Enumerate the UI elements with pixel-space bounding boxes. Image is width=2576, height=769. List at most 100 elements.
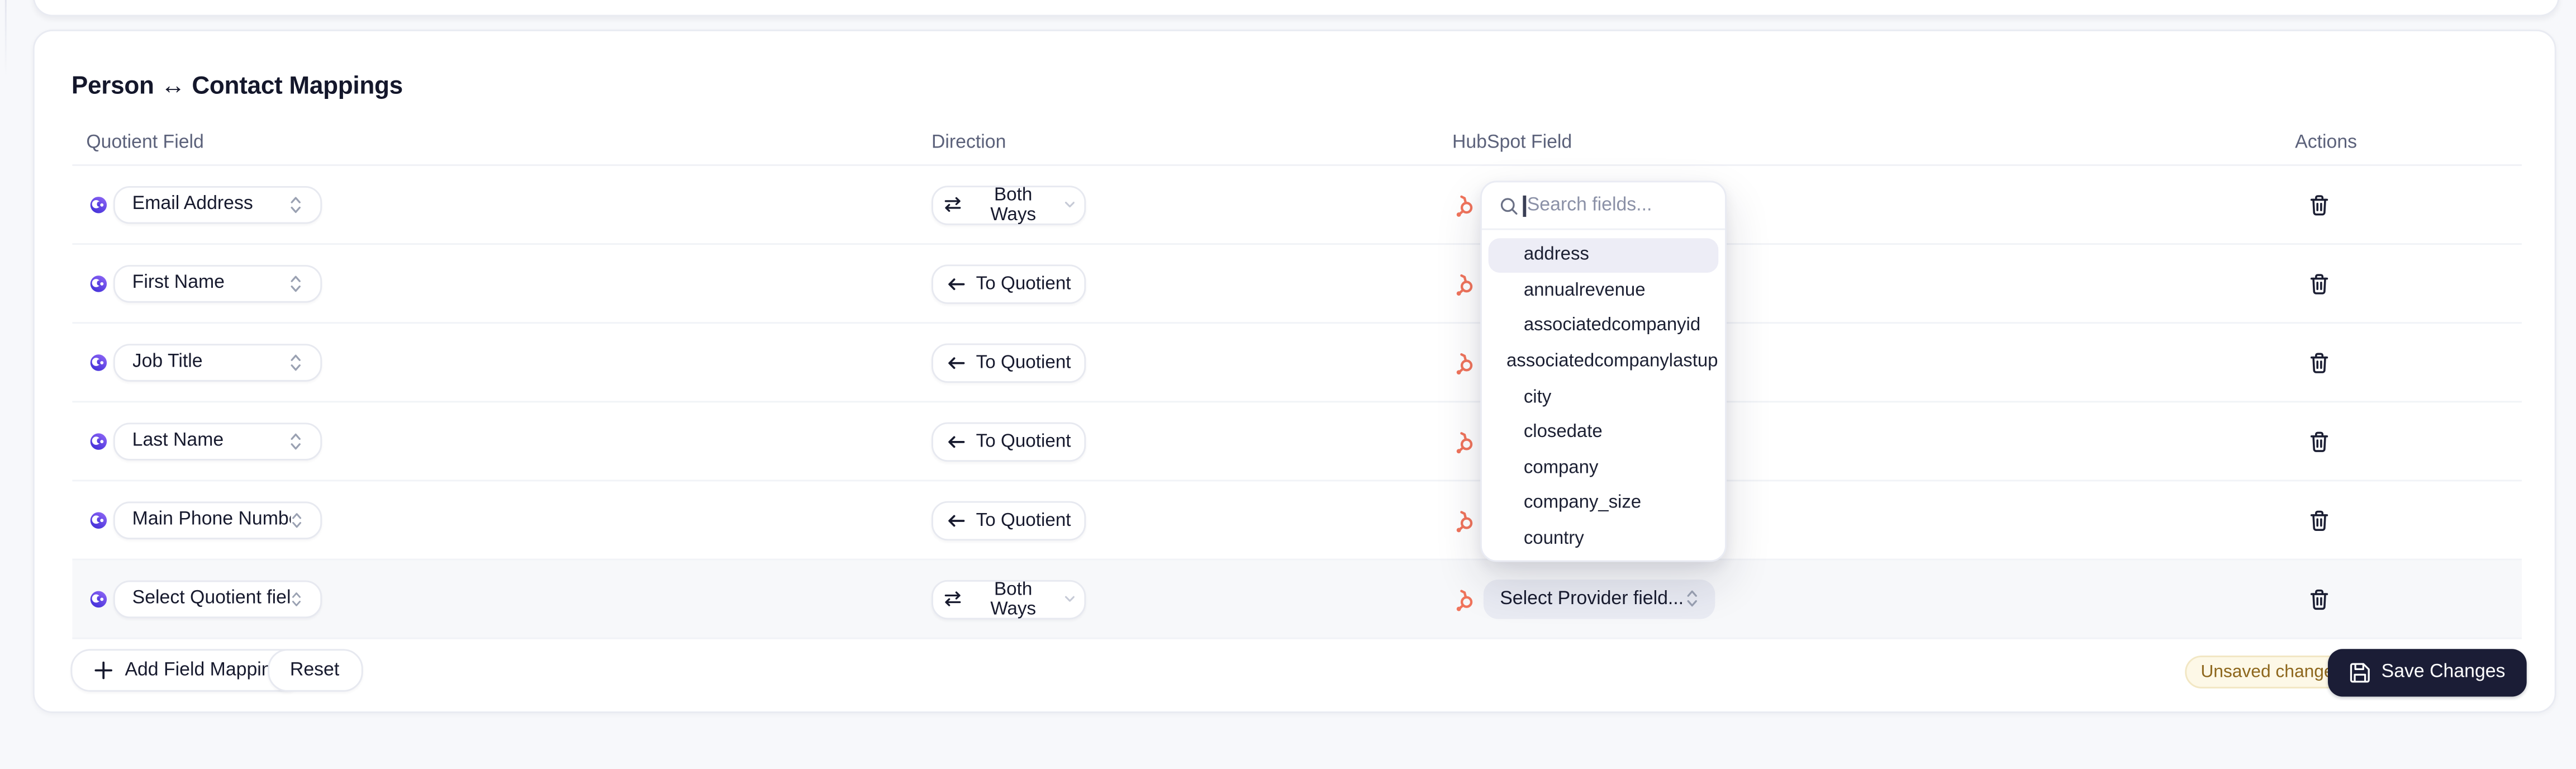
both-ways-icon	[943, 196, 963, 213]
dropdown-option[interactable]: city	[1489, 379, 1719, 415]
quotient-field-select[interactable]: Select Quotient field...	[112, 580, 322, 618]
provider-field-value: Select Provider field...	[1500, 589, 1684, 609]
hubspot-logo-icon	[1451, 509, 1474, 531]
trash-icon	[2310, 430, 2329, 452]
hubspot-field-dropdown: addressannualrevenueassociatedcompanyida…	[1480, 181, 1727, 561]
reset-label: Reset	[290, 660, 339, 680]
dropdown-option[interactable]: company	[1489, 450, 1719, 486]
dropdown-search-row	[1482, 182, 1725, 230]
to-quotient-arrow-icon	[947, 275, 966, 291]
save-changes-button[interactable]: Save Changes	[2328, 648, 2526, 696]
column-header-actions: Actions	[2295, 125, 2357, 161]
quotient-logo-icon	[89, 511, 107, 529]
field-mappings-card: Person ↔ Contact Mappings Quotient Field…	[32, 30, 2555, 713]
quotient-logo-icon	[89, 590, 107, 607]
hubspot-logo-icon	[1451, 351, 1474, 374]
delete-mapping-button[interactable]	[2299, 578, 2341, 620]
trash-icon	[2310, 352, 2329, 373]
provider-field-select[interactable]: Select Provider field...	[1484, 579, 1715, 619]
trash-icon	[2310, 194, 2329, 215]
hubspot-logo-icon	[1451, 587, 1474, 610]
delete-mapping-button[interactable]	[2299, 500, 2341, 541]
chevron-down-icon	[1064, 595, 1075, 603]
mapping-row: Email Address Both Ways	[72, 166, 2521, 245]
direction-select[interactable]: Both Ways	[931, 185, 1086, 225]
quotient-field-value: Email Address	[132, 194, 253, 214]
mapping-row: First Name To Quotient	[72, 245, 2521, 324]
chevron-up-down-icon	[291, 588, 302, 610]
hubspot-logo-icon	[1451, 193, 1474, 216]
quotient-field-select[interactable]: First Name	[112, 264, 322, 303]
scaled-stage: Person ↔ Contact Mappings Quotient Field…	[0, 0, 2576, 769]
dropdown-options-list: addressannualrevenueassociatedcompanyida…	[1482, 230, 1725, 561]
to-quotient-arrow-icon	[947, 354, 966, 371]
save-icon	[2349, 661, 2370, 682]
text-cursor	[1524, 194, 1525, 216]
previous-card-remnant	[32, 0, 2559, 16]
dropdown-option[interactable]: associatedcompanylastupdated	[1489, 344, 1719, 379]
dropdown-option[interactable]: country	[1489, 521, 1719, 557]
mapping-row: Select Quotient field... Both Ways Select …	[72, 561, 2521, 639]
quotient-logo-icon	[89, 354, 107, 371]
trash-icon	[2310, 588, 2329, 610]
field-search-input[interactable]	[1527, 196, 1700, 215]
quotient-field-value: First Name	[132, 274, 225, 293]
direction-select[interactable]: To Quotient	[931, 500, 1086, 540]
mapping-row: Main Phone Number To Quotient	[72, 481, 2521, 560]
delete-mapping-button[interactable]	[2299, 342, 2341, 383]
trash-icon	[2310, 273, 2329, 294]
direction-value: Both Ways	[972, 185, 1054, 225]
chevron-up-down-icon	[289, 430, 302, 452]
quotient-field-value: Job Title	[132, 353, 203, 372]
quotient-field-value: Main Phone Number	[132, 510, 291, 530]
plus-icon	[94, 660, 113, 680]
direction-value: To Quotient	[976, 353, 1071, 372]
direction-select[interactable]: Both Ways	[931, 579, 1086, 619]
quotient-field-select[interactable]: Email Address	[112, 185, 322, 224]
mapping-row: Last Name To Quotient	[72, 402, 2521, 481]
table-header: Quotient Field Direction HubSpot Field A…	[72, 125, 2521, 166]
delete-mapping-button[interactable]	[2299, 184, 2341, 225]
quotient-logo-icon	[89, 433, 107, 450]
reset-button[interactable]: Reset	[267, 649, 363, 691]
to-quotient-arrow-icon	[947, 433, 966, 449]
quotient-logo-icon	[89, 196, 107, 213]
direction-select[interactable]: To Quotient	[931, 421, 1086, 461]
both-ways-icon	[943, 590, 963, 607]
dropdown-option[interactable]: associatedcompanyid	[1489, 308, 1719, 344]
quotient-field-select[interactable]: Job Title	[112, 343, 322, 382]
dropdown-option[interactable]: company_size	[1489, 486, 1719, 521]
to-quotient-arrow-icon	[947, 512, 966, 528]
chevron-up-down-icon	[291, 509, 302, 530]
column-header-quotient-field: Quotient Field	[86, 125, 204, 161]
direction-select[interactable]: To Quotient	[931, 264, 1086, 303]
save-changes-label: Save Changes	[2382, 662, 2506, 682]
column-header-hubspot-field: HubSpot Field	[1452, 125, 1572, 161]
page: Person ↔ Contact Mappings Quotient Field…	[0, 0, 2576, 769]
page-title: Person ↔ Contact Mappings	[72, 72, 403, 100]
delete-mapping-button[interactable]	[2299, 421, 2341, 462]
search-icon	[1499, 196, 1517, 214]
page-edge-divider	[4, 0, 6, 75]
quotient-logo-icon	[89, 275, 107, 292]
direction-value: To Quotient	[976, 510, 1071, 530]
chevron-up-down-icon	[289, 194, 302, 215]
delete-mapping-button[interactable]	[2299, 263, 2341, 304]
unsaved-changes-label: Unsaved changes	[2200, 662, 2342, 681]
dropdown-option[interactable]: closedate	[1489, 415, 1719, 450]
hubspot-logo-icon	[1451, 272, 1474, 295]
mapping-row: Job Title To Quotient	[72, 324, 2521, 402]
direction-value: Both Ways	[972, 579, 1054, 619]
chevron-down-icon	[1064, 201, 1075, 209]
quotient-field-select[interactable]: Main Phone Number	[112, 501, 322, 539]
add-field-mapping-label: Add Field Mapping	[125, 660, 282, 680]
quotient-field-select[interactable]: Last Name	[112, 422, 322, 461]
hubspot-logo-icon	[1451, 430, 1474, 453]
direction-select[interactable]: To Quotient	[931, 343, 1086, 382]
dropdown-option[interactable]: annualrevenue	[1489, 273, 1719, 308]
quotient-field-value: Select Quotient field...	[132, 589, 291, 609]
column-header-direction: Direction	[931, 125, 1006, 161]
trash-icon	[2310, 509, 2329, 530]
quotient-field-value: Last Name	[132, 431, 224, 451]
dropdown-option[interactable]: address	[1489, 238, 1719, 273]
